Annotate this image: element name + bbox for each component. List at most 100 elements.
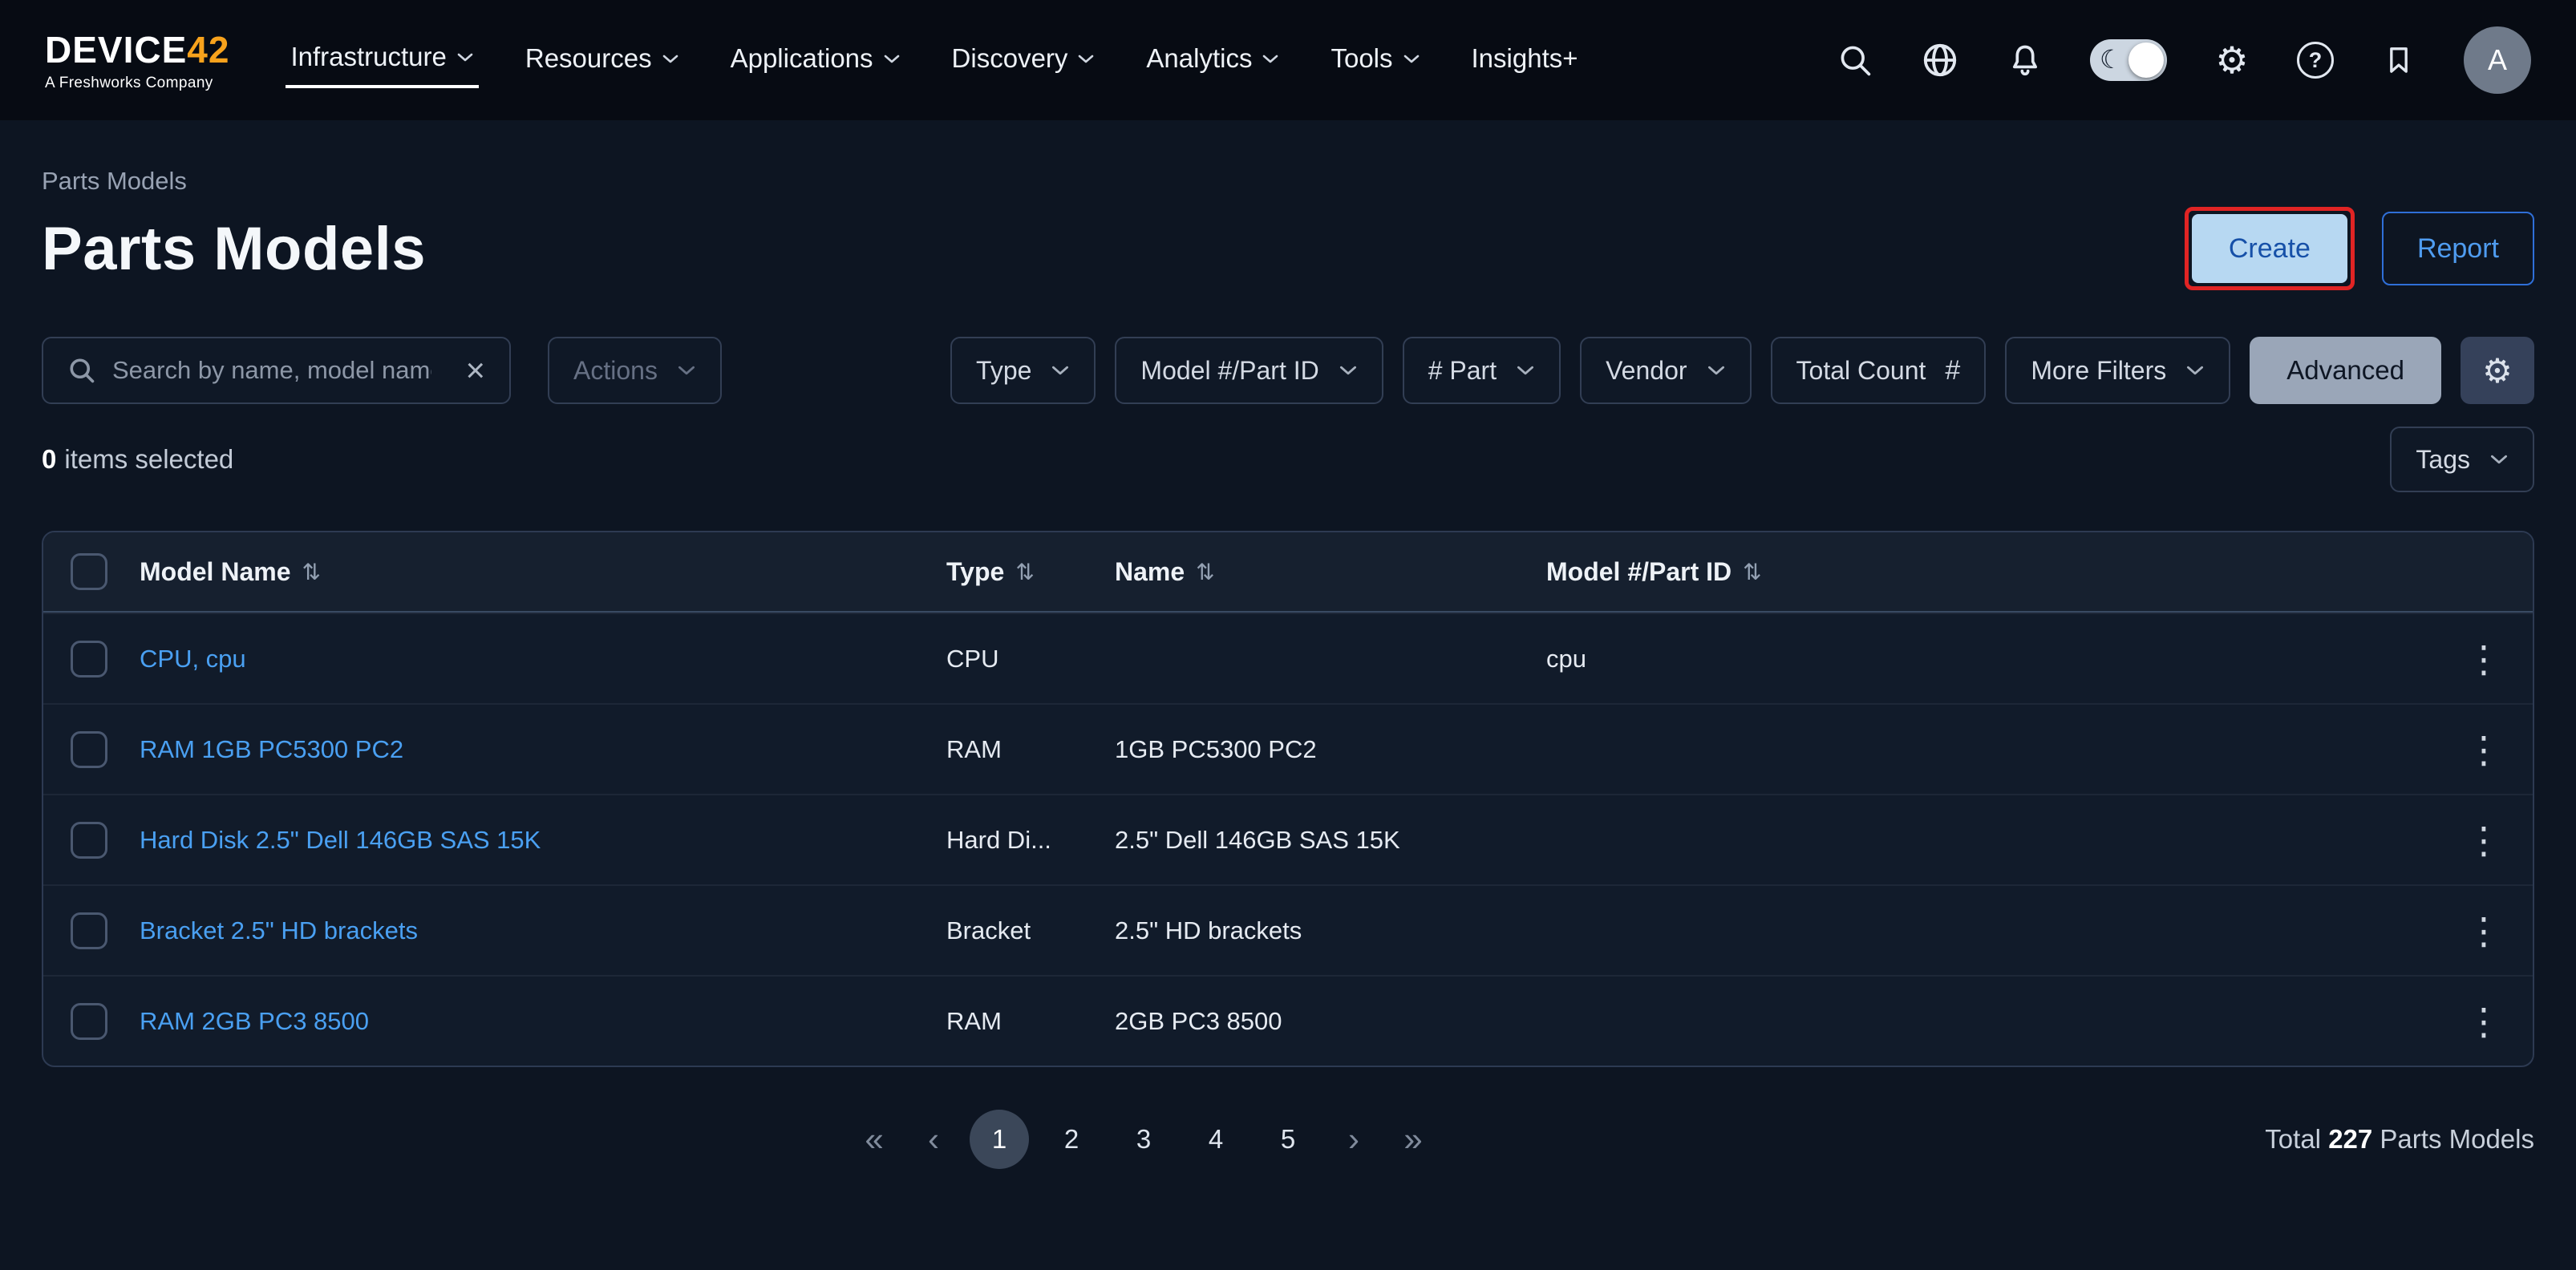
moon-icon: ☾: [2100, 44, 2123, 75]
create-button[interactable]: Create: [2192, 214, 2347, 283]
clear-search-icon[interactable]: ×: [465, 354, 485, 387]
sort-icon[interactable]: ⇅: [1743, 559, 1761, 585]
nav-item-infrastructure[interactable]: Infrastructure: [286, 32, 478, 88]
column-header-part-id[interactable]: Model #/Part ID ⇅: [1546, 557, 2452, 587]
last-page-button[interactable]: »: [1390, 1110, 1436, 1169]
advanced-button[interactable]: Advanced: [2250, 337, 2441, 404]
row-checkbox[interactable]: [71, 641, 107, 677]
row-checkbox[interactable]: [71, 822, 107, 859]
sort-icon[interactable]: ⇅: [1015, 559, 1034, 585]
select-all-checkbox[interactable]: [71, 553, 107, 590]
chevron-down-icon: [2185, 365, 2205, 376]
type-cell: CPU: [946, 645, 1115, 673]
model-part-id-filter-dropdown[interactable]: Model #/Part ID: [1115, 337, 1383, 404]
vendor-filter-dropdown[interactable]: Vendor: [1580, 337, 1751, 404]
device42-logo[interactable]: DEVICE42 A Freshworks Company: [45, 28, 229, 92]
actions-dropdown[interactable]: Actions: [548, 337, 722, 404]
type-cell: Bracket: [946, 916, 1115, 945]
toggle-knob: [2128, 42, 2164, 78]
next-page-button[interactable]: ›: [1331, 1110, 1377, 1169]
column-header-type[interactable]: Type⇅: [946, 557, 1115, 587]
row-checkbox[interactable]: [71, 912, 107, 949]
row-checkbox[interactable]: [71, 731, 107, 768]
first-page-button[interactable]: «: [851, 1110, 897, 1169]
previous-page-button[interactable]: ‹: [910, 1110, 957, 1169]
nav-item-applications[interactable]: Applications: [726, 34, 905, 87]
bookmark-icon[interactable]: [2379, 40, 2419, 80]
row-actions-kebab-icon[interactable]: ⋮: [2459, 815, 2509, 865]
nav-item-label: Tools: [1331, 43, 1392, 74]
row-actions-kebab-icon[interactable]: ⋮: [2459, 997, 2509, 1046]
table-row[interactable]: Hard Disk 2.5" Dell 146GB SAS 15K Hard D…: [43, 794, 2533, 884]
chevron-down-icon: [1403, 54, 1420, 64]
nav-item-label: Resources: [525, 43, 652, 74]
model-name-link[interactable]: RAM 1GB PC5300 PC2: [140, 735, 946, 764]
nav-item-resources[interactable]: Resources: [520, 34, 684, 87]
column-header-name[interactable]: Name⇅: [1115, 557, 1546, 587]
topnav-actions: ☾ ⚙ ? A: [1835, 26, 2531, 94]
sort-icon[interactable]: ⇅: [302, 559, 320, 585]
tags-label: Tags: [2416, 445, 2470, 475]
chevron-down-icon: [1516, 365, 1535, 376]
logo-42: 42: [187, 29, 229, 71]
selected-count: 0: [42, 444, 56, 474]
page-3-button[interactable]: 3: [1114, 1110, 1173, 1169]
parts-models-table: Model Name⇅ Type⇅ Name⇅ Model #/Part ID ⇅…: [42, 531, 2534, 1067]
table-row[interactable]: RAM 1GB PC5300 PC2 RAM 1GB PC5300 PC2 ⋮: [43, 703, 2533, 794]
bell-icon[interactable]: [2005, 40, 2045, 80]
avatar[interactable]: A: [2464, 26, 2531, 94]
nav-item-insights[interactable]: Insights+: [1467, 34, 1583, 87]
page-4-button[interactable]: 4: [1186, 1110, 1245, 1169]
breadcrumb: Parts Models: [42, 167, 2534, 196]
row-actions-kebab-icon[interactable]: ⋮: [2459, 634, 2509, 684]
name-cell: 2GB PC3 8500: [1115, 1007, 1546, 1036]
total-count-filter[interactable]: Total Count #: [1771, 337, 1987, 404]
table-row[interactable]: CPU, cpu CPU cpu ⋮: [43, 613, 2533, 703]
nav-item-discovery[interactable]: Discovery: [947, 34, 1100, 87]
search-icon[interactable]: [1835, 40, 1875, 80]
total-suffix: Parts Models: [2380, 1124, 2534, 1154]
total-count-text: Total 227 Parts Models: [2265, 1124, 2534, 1155]
type-filter-label: Type: [976, 356, 1031, 386]
nav-item-label: Applications: [731, 43, 873, 74]
type-filter-dropdown[interactable]: Type: [950, 337, 1096, 404]
model-name-link[interactable]: Hard Disk 2.5" Dell 146GB SAS 15K: [140, 826, 946, 855]
nav-item-label: Analytics: [1146, 43, 1252, 74]
vendor-filter-label: Vendor: [1606, 356, 1687, 386]
part-filter-dropdown[interactable]: # Part: [1403, 337, 1561, 404]
create-button-highlight: Create: [2185, 207, 2355, 290]
column-label: Model #/Part ID: [1546, 557, 1732, 587]
total-prefix: Total: [2265, 1124, 2321, 1154]
selection-row: 0items selected Tags: [42, 427, 2534, 492]
page-5-button[interactable]: 5: [1258, 1110, 1318, 1169]
tags-dropdown[interactable]: Tags: [2390, 427, 2534, 492]
row-checkbox[interactable]: [71, 1003, 107, 1040]
filter-bar: × Actions Type Model #/Part ID # Part Ve…: [42, 337, 2534, 404]
model-name-link[interactable]: RAM 2GB PC3 8500: [140, 1007, 946, 1036]
logo-device: DEVICE: [45, 29, 187, 71]
more-filters-dropdown[interactable]: More Filters: [2005, 337, 2230, 404]
search-input[interactable]: [112, 356, 431, 385]
page-2-button[interactable]: 2: [1042, 1110, 1101, 1169]
chevron-down-icon: [1051, 365, 1070, 376]
theme-toggle[interactable]: ☾: [2090, 39, 2167, 81]
row-actions-kebab-icon[interactable]: ⋮: [2459, 725, 2509, 775]
settings-gear-icon[interactable]: ⚙: [2212, 40, 2252, 80]
model-name-link[interactable]: CPU, cpu: [140, 645, 946, 673]
help-icon[interactable]: ?: [2297, 42, 2334, 79]
report-button[interactable]: Report: [2382, 212, 2534, 285]
chevron-down-icon: [1707, 365, 1726, 376]
nav-item-tools[interactable]: Tools: [1326, 34, 1424, 87]
name-cell: 1GB PC5300 PC2: [1115, 735, 1546, 764]
column-header-model-name[interactable]: Model Name⇅: [140, 557, 946, 587]
total-count-label: Total Count: [1796, 356, 1926, 386]
globe-icon[interactable]: [1920, 40, 1960, 80]
table-row[interactable]: Bracket 2.5" HD brackets Bracket 2.5" HD…: [43, 884, 2533, 975]
row-actions-kebab-icon[interactable]: ⋮: [2459, 906, 2509, 956]
nav-item-analytics[interactable]: Analytics: [1141, 34, 1284, 87]
filter-settings-gear-icon[interactable]: ⚙: [2461, 337, 2534, 404]
table-row[interactable]: RAM 2GB PC3 8500 RAM 2GB PC3 8500 ⋮: [43, 975, 2533, 1066]
sort-icon[interactable]: ⇅: [1196, 559, 1214, 585]
model-name-link[interactable]: Bracket 2.5" HD brackets: [140, 916, 946, 945]
page-1-button[interactable]: 1: [970, 1110, 1029, 1169]
